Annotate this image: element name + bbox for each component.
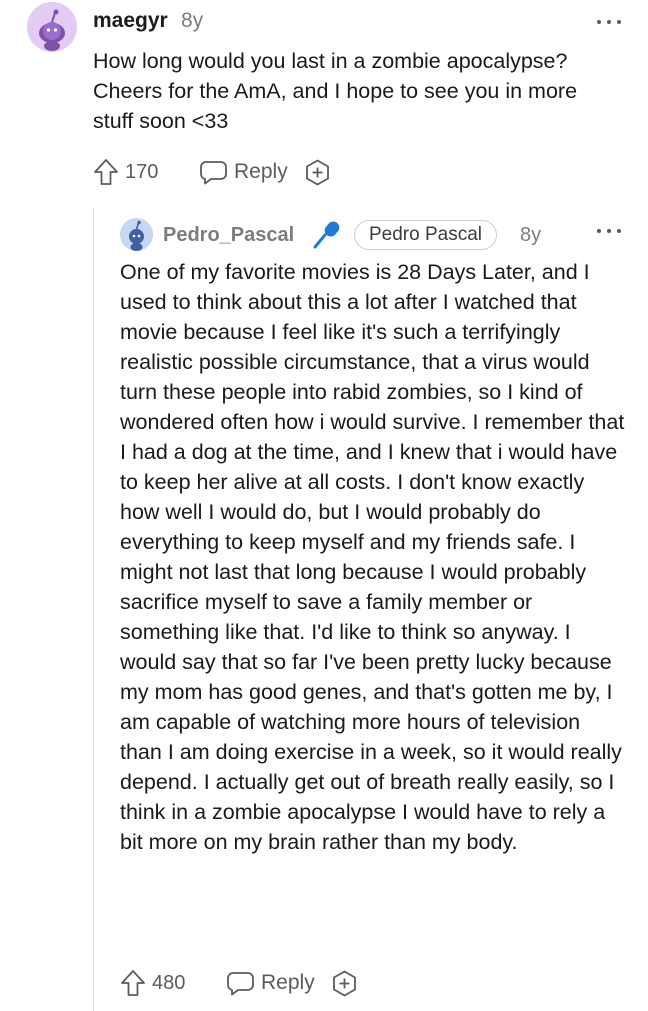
- thread-line[interactable]: [93, 208, 94, 1011]
- comment-body: One of my favorite movies is 28 Days Lat…: [120, 260, 625, 854]
- comment-body: How long would you last in a zombie apoc…: [93, 49, 578, 133]
- user-avatar[interactable]: [120, 218, 153, 251]
- vote-score: 170: [125, 161, 159, 183]
- upvote-arrow-icon[interactable]: [120, 969, 146, 997]
- vote-score: 480: [152, 972, 186, 994]
- username[interactable]: Pedro_Pascal: [163, 224, 294, 247]
- snoo-avatar-icon: [120, 218, 153, 251]
- microphone-icon: [313, 221, 340, 249]
- more-dots-icon[interactable]: [597, 227, 621, 235]
- reply-label: Reply: [234, 160, 288, 183]
- snoo-avatar-icon: [27, 2, 77, 52]
- username[interactable]: maegyr: [93, 9, 168, 33]
- reply-button[interactable]: Reply: [227, 968, 315, 998]
- user-flair: Pedro Pascal: [354, 220, 498, 250]
- more-dots-icon[interactable]: [597, 18, 621, 26]
- speech-bubble-icon: [200, 160, 227, 184]
- reply-button[interactable]: Reply: [200, 157, 288, 187]
- comment-maegyr: maegyr 8y How long would you last in a z…: [0, 0, 648, 200]
- comment-age: 8y: [520, 224, 542, 246]
- award-plus-icon[interactable]: [304, 159, 331, 186]
- user-avatar[interactable]: [27, 2, 77, 52]
- reply-label: Reply: [261, 971, 315, 994]
- upvote-arrow-icon[interactable]: [93, 158, 119, 186]
- comment-age: 8y: [181, 9, 204, 32]
- award-plus-icon[interactable]: [331, 970, 358, 997]
- speech-bubble-icon: [227, 971, 254, 995]
